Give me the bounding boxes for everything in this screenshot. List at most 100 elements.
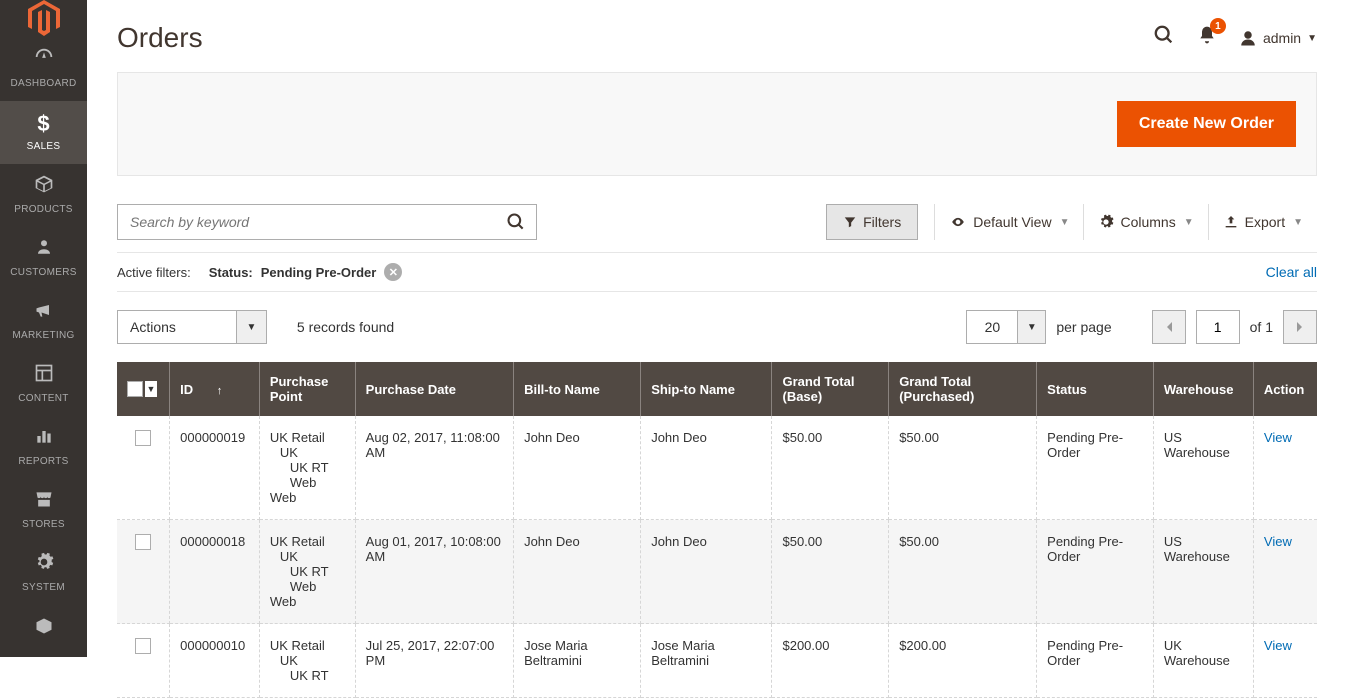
caret-down-icon: ▼ [1060,217,1070,228]
th-ship-to[interactable]: Ship-to Name [641,362,772,416]
nav-sales[interactable]: $ SALES [0,101,87,164]
table-row[interactable]: 000000019 UK RetailUKUK RT WebWeb Aug 02… [117,416,1317,520]
controls-left: Actions ▼ 5 records found [117,310,394,344]
cell-gt-purchased: $200.00 [889,624,1037,698]
create-new-order-button[interactable]: Create New Order [1117,101,1296,147]
cell-status: Pending Pre-Order [1037,416,1154,520]
th-warehouse[interactable]: Warehouse [1153,362,1253,416]
funnel-icon [843,215,857,229]
chip-key: Status: [209,265,253,280]
search-icon [506,212,526,232]
cell-bill-to: Jose Maria Beltramini [514,624,641,698]
prev-page-button[interactable] [1152,310,1186,344]
caret-down-icon: ▼ [1184,217,1194,228]
user-icon [1239,29,1257,47]
store-icon [34,489,54,515]
search-icon[interactable] [1153,24,1175,52]
nav-reports[interactable]: REPORTS [0,416,87,479]
gear-icon [34,552,54,578]
filter-chip: Status: Pending Pre-Order ✕ [209,263,403,281]
view-link[interactable]: View [1264,430,1292,445]
th-status[interactable]: Status [1037,362,1154,416]
nav-label: MARKETING [12,330,74,341]
th-bill-to[interactable]: Bill-to Name [514,362,641,416]
select-all-checkbox[interactable]: ▼ [127,381,159,397]
nav-customers[interactable]: CUSTOMERS [0,227,87,290]
row-checkbox[interactable] [135,430,151,446]
nav-content[interactable]: CONTENT [0,353,87,416]
controls-row: Actions ▼ 5 records found 20 ▼ per page … [117,310,1317,344]
export-button[interactable]: Export ▼ [1208,204,1317,240]
table-row[interactable]: 000000018 UK RetailUKUK RT WebWeb Aug 01… [117,520,1317,624]
table-row[interactable]: 000000010 UK RetailUKUK RT Jul 25, 2017,… [117,624,1317,698]
columns-button[interactable]: Columns ▼ [1083,204,1207,240]
layout-icon [34,363,54,389]
per-page-dropdown[interactable]: 20 ▼ [966,310,1046,344]
magento-logo[interactable] [0,0,87,36]
page-header: Orders 1 admin ▼ [117,0,1317,72]
filters-label: Filters [863,214,901,230]
export-icon [1223,214,1239,230]
nav-system[interactable]: SYSTEM [0,542,87,605]
caret-down-icon: ▼ [1307,33,1317,44]
controls-right: 20 ▼ per page of 1 [966,310,1317,344]
page-title: Orders [117,22,203,54]
cell-id: 000000018 [170,520,260,624]
search-box [117,204,537,240]
actions-label: Actions [118,311,236,343]
th-id[interactable]: ID [180,382,193,397]
cell-warehouse: US Warehouse [1153,416,1253,520]
view-link[interactable]: View [1264,638,1292,653]
nav-label: STORES [22,519,65,530]
th-purchase-point[interactable]: Purchase Point [259,362,355,416]
sort-asc-icon: ↑ [217,385,223,397]
nav-label: DASHBOARD [10,78,76,89]
active-filters-label: Active filters: [117,265,191,280]
th-purchase-date[interactable]: Purchase Date [355,362,513,416]
cell-gt-base: $50.00 [772,416,889,520]
eye-icon [949,215,967,229]
notifications-icon[interactable]: 1 [1197,24,1217,52]
cell-date: Jul 25, 2017, 22:07:00 PM [355,624,513,698]
records-found: 5 records found [297,319,394,335]
next-page-button[interactable] [1283,310,1317,344]
nav-extra[interactable] [0,605,87,657]
default-view-button[interactable]: Default View ▼ [934,204,1083,240]
nav-stores[interactable]: STORES [0,479,87,542]
per-page-label: per page [1056,319,1111,335]
nav-marketing[interactable]: MARKETING [0,290,87,353]
search-input[interactable] [118,214,496,230]
admin-menu[interactable]: admin ▼ [1239,29,1317,47]
box-icon [34,174,54,200]
caret-down-icon[interactable]: ▼ [1017,311,1045,343]
clear-all-link[interactable]: Clear all [1266,264,1317,280]
cell-gt-base: $200.00 [772,624,889,698]
cell-date: Aug 02, 2017, 11:08:00 AM [355,416,513,520]
actions-dropdown[interactable]: Actions ▼ [117,310,267,344]
row-checkbox[interactable] [135,638,151,654]
th-gt-purchased[interactable]: Grand Total (Purchased) [889,362,1037,416]
cell-date: Aug 01, 2017, 10:08:00 AM [355,520,513,624]
person-icon [35,237,53,263]
of-pages: of 1 [1250,319,1273,335]
caret-down-icon[interactable]: ▼ [145,381,157,397]
cell-id: 000000019 [170,416,260,520]
page-input[interactable] [1196,310,1240,344]
view-link[interactable]: View [1264,534,1292,549]
default-view-label: Default View [973,214,1051,230]
nav-label: CUSTOMERS [10,267,76,278]
megaphone-icon [34,300,54,326]
th-gt-base[interactable]: Grand Total (Base) [772,362,889,416]
search-button[interactable] [496,205,536,239]
caret-down-icon[interactable]: ▼ [236,311,266,343]
nav-label: PRODUCTS [14,204,73,215]
filters-button[interactable]: Filters [826,204,918,240]
remove-filter-button[interactable]: ✕ [384,263,402,281]
nav-products[interactable]: PRODUCTS [0,164,87,227]
cell-purchase-point: UK RetailUKUK RT [259,624,355,698]
th-action[interactable]: Action [1253,362,1317,416]
magento-logo-icon [26,0,62,36]
row-checkbox[interactable] [135,534,151,550]
nav-dashboard[interactable]: DASHBOARD [0,36,87,101]
nav-label: SALES [27,141,61,152]
